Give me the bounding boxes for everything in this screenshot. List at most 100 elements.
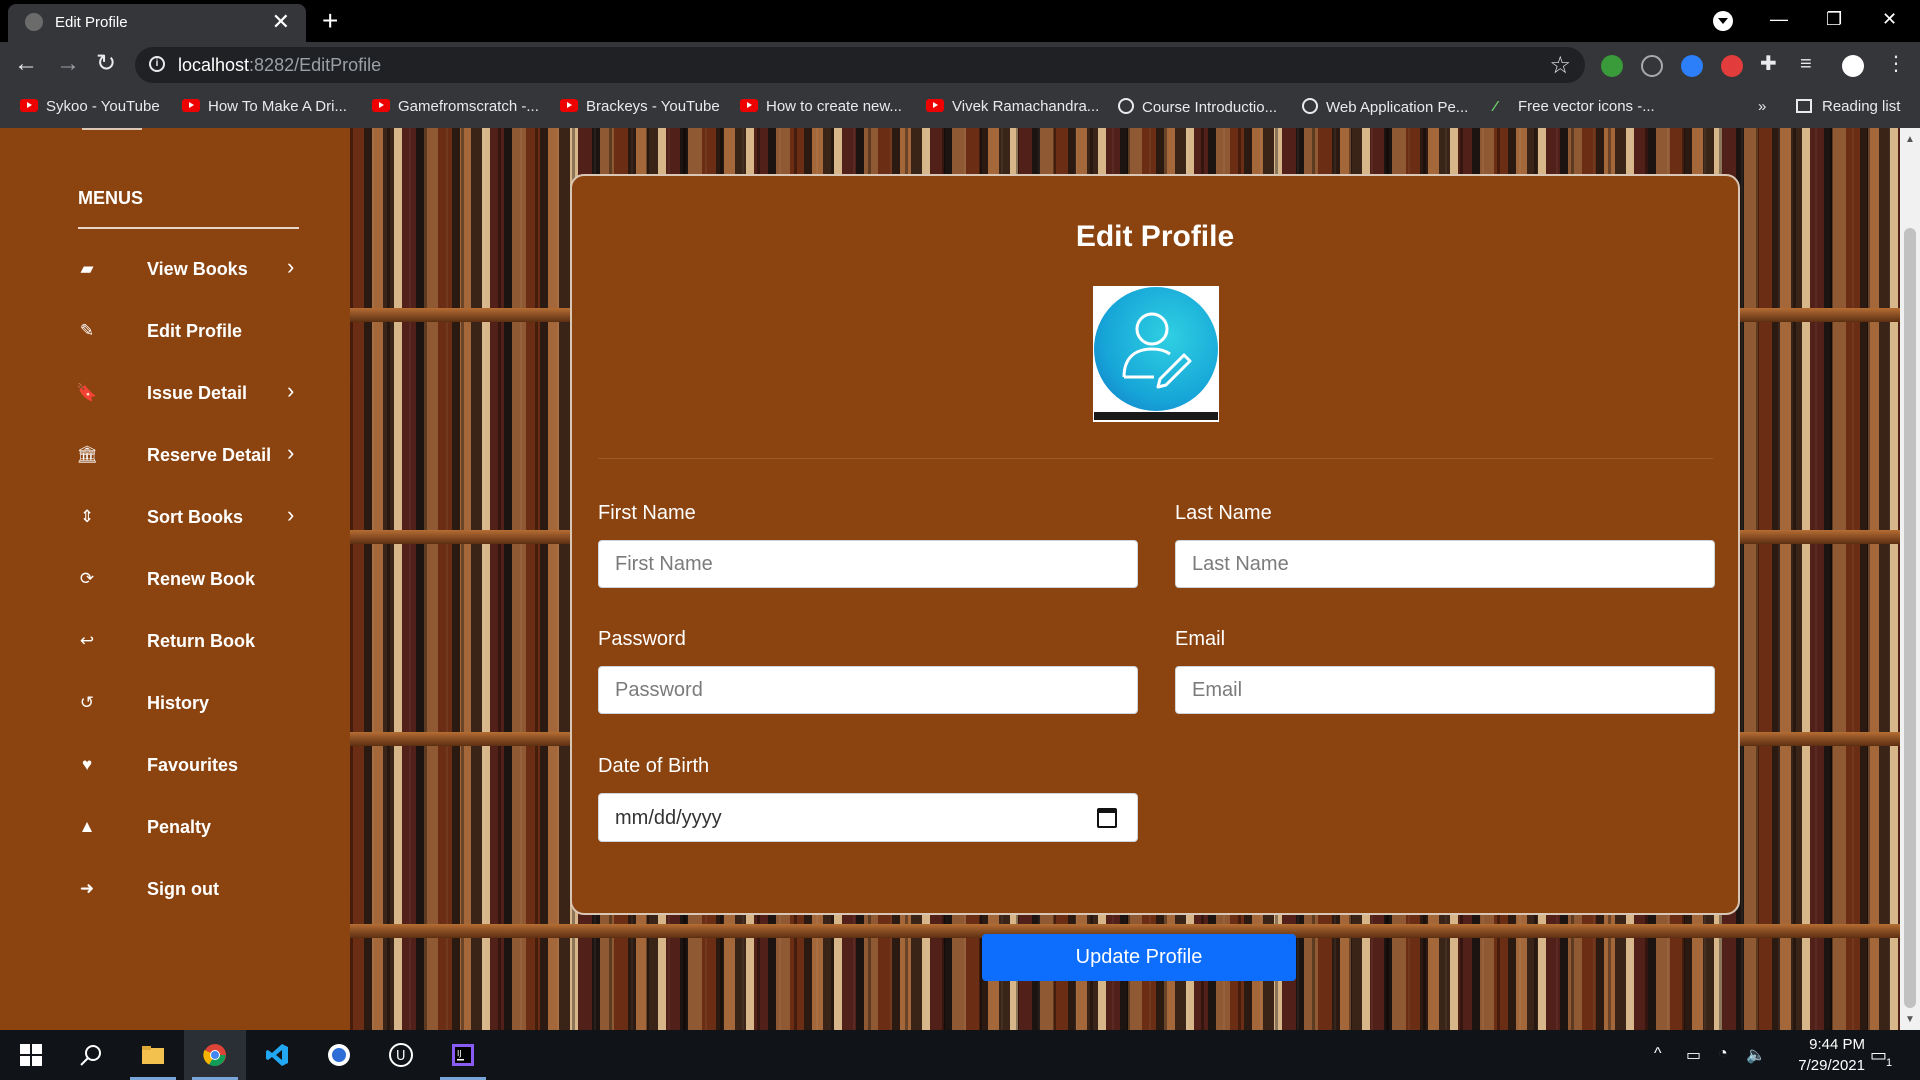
battery-icon[interactable]: ▭ — [1686, 1045, 1701, 1065]
sidebar-item-label: Edit Profile — [147, 321, 243, 341]
sidebar-item-renew-book[interactable]: ⟳ Renew Book — [0, 560, 350, 600]
email-label: Email — [1175, 628, 1226, 650]
globe-icon — [1302, 98, 1318, 114]
last-name-input[interactable] — [1175, 540, 1715, 588]
close-tab-icon[interactable]: ✕ — [272, 9, 290, 35]
sidebar-item-history[interactable]: ↺ History — [0, 684, 350, 724]
card-divider — [598, 458, 1713, 459]
user-edit-svg — [1122, 312, 1192, 389]
bookmark-label: Free vector icons -... — [1518, 98, 1655, 115]
sidebar-item-return-book[interactable]: ↩ Return Book — [0, 622, 350, 662]
calendar-icon[interactable] — [1097, 808, 1117, 828]
tab-search-icon[interactable] — [1713, 11, 1733, 31]
sidebar-item-penalty[interactable]: ▲ Penalty — [0, 808, 350, 848]
bookmark-label: Web Application Pe... — [1326, 99, 1469, 116]
bookmark-item[interactable]: How To Make A Dri... — [182, 98, 347, 115]
bookmark-item[interactable]: Sykoo - YouTube — [20, 98, 160, 115]
close-window-icon[interactable]: ✕ — [1882, 6, 1897, 32]
scroll-down-icon[interactable]: ▼ — [1905, 1014, 1915, 1025]
bookmark-label: Gamefromscratch -... — [398, 98, 539, 115]
profile-avatar-icon[interactable] — [1842, 55, 1864, 77]
bookmark-item[interactable]: Course Introductio... — [1118, 98, 1277, 116]
app-button[interactable] — [308, 1030, 370, 1080]
taskbar: U IJ ^ ▭ ◔ 🔈 9:44 PM 7/29/2021 ▭ 1 — [0, 1030, 1920, 1080]
last-name-label: Last Name — [1175, 502, 1272, 524]
site-info-icon[interactable]: i — [149, 56, 165, 72]
bookmark-item[interactable]: Gamefromscratch -... — [372, 98, 539, 115]
reading-list-button[interactable]: Reading list — [1796, 98, 1900, 115]
bookmark-item[interactable]: Brackeys - YouTube — [560, 98, 720, 115]
start-button[interactable] — [0, 1030, 62, 1080]
first-name-input[interactable] — [598, 540, 1138, 588]
url-path: :8282/EditProfile — [249, 55, 382, 75]
notification-count: 1 — [1886, 1057, 1893, 1069]
forward-icon[interactable]: → — [56, 48, 80, 80]
intellij-button[interactable]: IJ — [432, 1030, 494, 1080]
chevron-up-icon[interactable]: ^ — [1654, 1045, 1662, 1063]
chevron-right-icon: › — [287, 254, 295, 279]
bookmark-star-icon[interactable]: ☆ — [1549, 51, 1571, 80]
youtube-icon — [372, 99, 390, 112]
page-scrollbar[interactable]: ▲ ▼ — [1900, 128, 1920, 1030]
chrome-icon — [203, 1044, 226, 1066]
browser-tab[interactable]: Edit Profile ✕ — [8, 4, 306, 42]
address-bar[interactable]: i localhost:8282/EditProfile ☆ — [135, 47, 1585, 83]
profile-avatar — [1093, 286, 1219, 422]
search-button[interactable] — [60, 1030, 122, 1080]
unreal-button[interactable]: U — [370, 1030, 432, 1080]
menu-dots-icon[interactable]: ⋮ — [1886, 48, 1906, 80]
minimize-icon[interactable]: — — [1770, 6, 1788, 32]
wifi-icon[interactable]: ◔ — [1718, 1045, 1728, 1063]
vscode-button[interactable] — [246, 1030, 308, 1080]
restore-icon[interactable]: ❐ — [1826, 6, 1842, 32]
reading-list-icon — [1796, 99, 1812, 113]
bank-icon: 🏛 — [76, 445, 98, 464]
extension-icon[interactable] — [1681, 55, 1703, 77]
system-clock[interactable]: 9:44 PM 7/29/2021 — [1765, 1034, 1865, 1076]
scrollbar-thumb[interactable] — [1904, 228, 1916, 1008]
volume-icon[interactable]: 🔈 — [1746, 1045, 1766, 1065]
notification-icon[interactable]: ▭ — [1870, 1045, 1887, 1066]
date-of-birth-input[interactable]: mm/dd/yyyy — [598, 793, 1138, 842]
sidebar: MENUS ▰ View Books › ✎ Edit Profile 🔖 Is… — [0, 128, 350, 1030]
sidebar-item-label: Return Book — [147, 631, 255, 651]
back-icon[interactable]: ← — [14, 48, 38, 80]
sidebar-divider — [82, 128, 142, 130]
file-explorer-button[interactable] — [122, 1030, 184, 1080]
update-profile-button[interactable]: Update Profile — [982, 934, 1296, 981]
adblock-icon[interactable] — [1721, 55, 1743, 77]
new-tab-button[interactable]: + — [322, 4, 338, 38]
extension-icon[interactable] — [1601, 55, 1623, 77]
sidebar-item-label: Favourites — [147, 755, 239, 775]
sidebar-item-sign-out[interactable]: ➜ Sign out — [0, 870, 350, 910]
search-icon — [80, 1045, 101, 1066]
sidebar-item-reserve-detail[interactable]: 🏛 Reserve Detail › — [0, 436, 350, 476]
bookmark-item[interactable]: Web Application Pe... — [1302, 98, 1468, 116]
password-input[interactable] — [598, 666, 1138, 714]
email-input[interactable] — [1175, 666, 1715, 714]
more-bookmarks-button[interactable]: » — [1758, 98, 1766, 115]
reply-icon: ↩ — [79, 631, 95, 650]
clock-date: 7/29/2021 — [1798, 1057, 1865, 1074]
heart-icon: ♥ — [81, 755, 93, 774]
chevron-right-icon: › — [287, 440, 295, 465]
sidebar-item-favourites[interactable]: ♥ Favourites — [0, 746, 350, 786]
sidebar-item-view-books[interactable]: ▰ View Books › — [0, 250, 350, 290]
sidebar-item-edit-profile[interactable]: ✎ Edit Profile — [0, 312, 350, 352]
edit-profile-card: Edit Profile First Name Last Name Passwo… — [570, 174, 1740, 915]
reload-icon[interactable]: ↻ — [96, 48, 116, 80]
vscode-icon — [266, 1044, 288, 1066]
bookmark-item[interactable]: How to create new... — [740, 98, 902, 115]
sort-icon: ⇕ — [79, 507, 95, 526]
puzzle-icon[interactable]: ✚ — [1760, 48, 1777, 80]
scroll-up-icon[interactable]: ▲ — [1905, 134, 1915, 145]
youtube-icon — [740, 99, 758, 112]
chrome-button[interactable] — [184, 1030, 246, 1080]
sidebar-item-sort-books[interactable]: ⇕ Sort Books › — [0, 498, 350, 538]
extension-icon[interactable] — [1641, 55, 1663, 77]
bookmark-item[interactable]: ⁄ Free vector icons -... — [1494, 98, 1655, 115]
bookmark-item[interactable]: Vivek Ramachandra... — [926, 98, 1099, 115]
media-queue-icon[interactable]: ≡ — [1800, 48, 1812, 80]
sidebar-item-issue-detail[interactable]: 🔖 Issue Detail › — [0, 374, 350, 414]
tab-title: Edit Profile — [55, 14, 128, 31]
